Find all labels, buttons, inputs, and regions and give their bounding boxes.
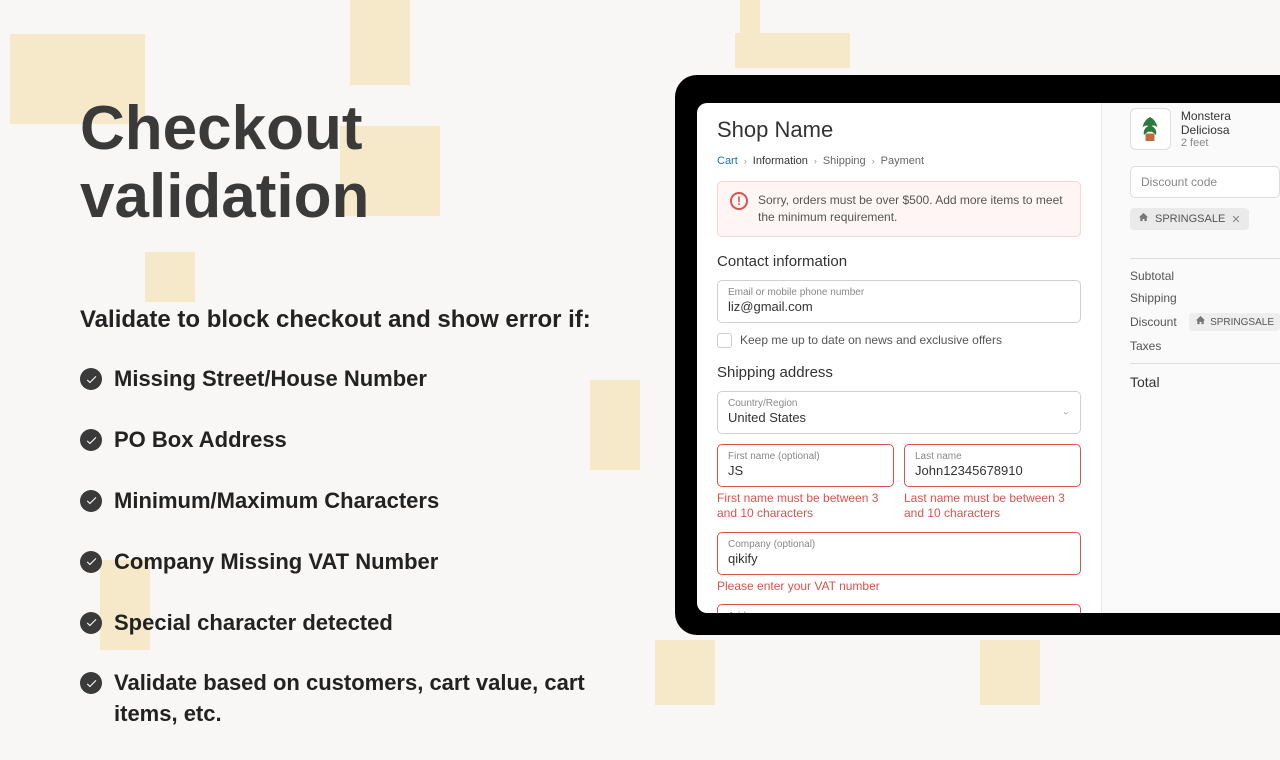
applied-discount-tag: SPRINGSALE: [1189, 313, 1280, 331]
check-icon: [80, 672, 102, 694]
check-icon: [80, 490, 102, 512]
newsletter-label: Keep me up to date on news and exclusive…: [740, 333, 1002, 347]
feature-text: Minimum/Maximum Characters: [114, 486, 439, 517]
last-name-field[interactable]: Last name John12345678910: [904, 444, 1081, 487]
address-label: Address: [728, 611, 1070, 613]
feature-text: Special character detected: [114, 608, 393, 639]
first-name-field[interactable]: First name (optional) JS: [717, 444, 894, 487]
product-variant: 2 feet: [1181, 137, 1280, 149]
feature-item: Special character detected: [80, 608, 610, 639]
company-label: Company (optional): [728, 539, 1070, 550]
chevron-right-icon: ›: [872, 156, 875, 166]
shipping-row: Shipping: [1130, 291, 1280, 305]
alert-icon: !: [730, 192, 748, 210]
address-field[interactable]: Address New York: [717, 604, 1081, 613]
first-name-value: JS: [728, 463, 743, 478]
subtitle: Validate to block checkout and show erro…: [80, 306, 610, 334]
taxes-row: Taxes: [1130, 339, 1280, 353]
shop-name: Shop Name: [717, 117, 1081, 143]
contact-section-title: Contact information: [717, 253, 1081, 270]
first-name-label: First name (optional): [728, 451, 883, 462]
feature-text: Company Missing VAT Number: [114, 547, 438, 578]
shipping-section-title: Shipping address: [717, 364, 1081, 381]
subtotal-row: Subtotal: [1130, 269, 1280, 283]
country-select[interactable]: Country/Region United States ⌄: [717, 391, 1081, 434]
chevron-right-icon: ›: [814, 156, 817, 166]
device-frame: Shop Name Cart › Information › Shipping …: [675, 75, 1280, 635]
feature-item: PO Box Address: [80, 425, 610, 456]
feature-text: Missing Street/House Number: [114, 364, 427, 395]
discount-tag: SPRINGSALE ✕: [1130, 208, 1249, 230]
chevron-right-icon: ›: [744, 156, 747, 166]
product-thumbnail: [1130, 108, 1171, 150]
company-field[interactable]: Company (optional) qikify: [717, 532, 1081, 575]
feature-text: Validate based on customers, cart value,…: [114, 668, 610, 730]
close-icon[interactable]: ✕: [1231, 213, 1240, 226]
breadcrumb-cart[interactable]: Cart: [717, 155, 738, 167]
feature-item: Missing Street/House Number: [80, 364, 610, 395]
check-icon: [80, 368, 102, 390]
last-name-value: John12345678910: [915, 463, 1023, 478]
discount-row: Discount SPRINGSALE: [1130, 313, 1280, 331]
page-title: Checkout validation: [80, 95, 610, 231]
discount-input[interactable]: Discount code: [1130, 166, 1280, 198]
check-icon: [80, 612, 102, 634]
chevron-down-icon: ⌄: [1062, 407, 1070, 418]
product-name: Monstera Deliciosa: [1181, 109, 1280, 137]
breadcrumb-shipping: Shipping: [823, 155, 866, 167]
email-label: Email or mobile phone number: [728, 287, 1070, 298]
feature-text: PO Box Address: [114, 425, 287, 456]
feature-list: Missing Street/House Number PO Box Addre…: [80, 364, 610, 730]
error-banner: ! Sorry, orders must be over $500. Add m…: [717, 181, 1081, 237]
feature-item: Minimum/Maximum Characters: [80, 486, 610, 517]
total-row: Total: [1130, 374, 1280, 390]
last-name-label: Last name: [915, 451, 1070, 462]
company-value: qikify: [728, 551, 758, 566]
check-icon: [80, 551, 102, 573]
breadcrumb-information: Information: [753, 155, 808, 167]
breadcrumb-payment: Payment: [881, 155, 924, 167]
discount-code: SPRINGSALE: [1155, 213, 1225, 225]
product-row: Monstera Deliciosa 2 feet: [1130, 108, 1280, 150]
tag-icon: [1138, 212, 1149, 226]
check-icon: [80, 429, 102, 451]
email-value: liz@gmail.com: [728, 299, 813, 314]
country-label: Country/Region: [728, 398, 1070, 409]
feature-item: Validate based on customers, cart value,…: [80, 668, 610, 730]
checkbox-icon[interactable]: [717, 333, 732, 348]
newsletter-checkbox-row[interactable]: Keep me up to date on news and exclusive…: [717, 333, 1081, 348]
company-error: Please enter your VAT number: [717, 579, 1081, 595]
last-name-error: Last name must be between 3 and 10 chara…: [904, 491, 1081, 522]
country-value: United States: [728, 410, 806, 425]
first-name-error: First name must be between 3 and 10 char…: [717, 491, 894, 522]
feature-item: Company Missing VAT Number: [80, 547, 610, 578]
error-banner-text: Sorry, orders must be over $500. Add mor…: [758, 192, 1068, 226]
email-field[interactable]: Email or mobile phone number liz@gmail.c…: [717, 280, 1081, 323]
breadcrumb: Cart › Information › Shipping › Payment: [717, 155, 1081, 167]
